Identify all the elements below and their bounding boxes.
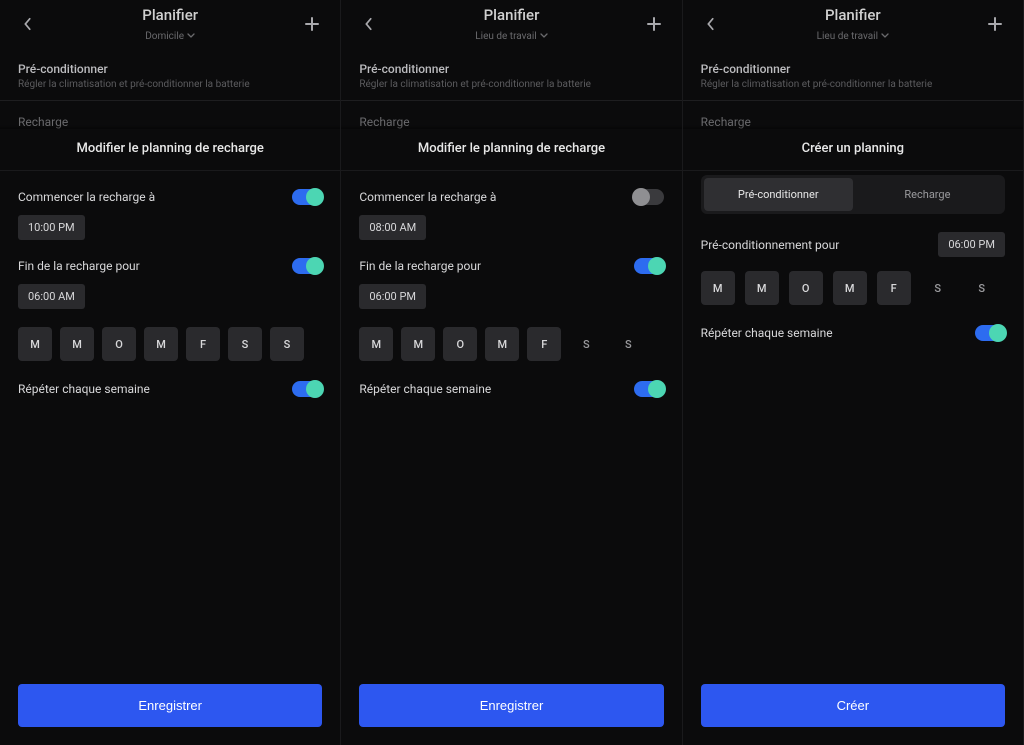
day-wed[interactable]: O bbox=[443, 327, 477, 361]
day-sun[interactable]: S bbox=[611, 327, 645, 361]
day-fri[interactable]: F bbox=[527, 327, 561, 361]
recharge-section-peek: Recharge bbox=[683, 101, 1023, 129]
day-wed[interactable]: O bbox=[102, 327, 136, 361]
add-icon[interactable] bbox=[644, 14, 664, 34]
page-title: Planifier bbox=[721, 6, 985, 24]
day-picker: M M O M F S S bbox=[701, 271, 1005, 305]
repeat-label: Répéter chaque semaine bbox=[701, 326, 833, 340]
end-time-chip[interactable]: 06:00 AM bbox=[18, 284, 85, 309]
repeat-toggle[interactable] bbox=[292, 381, 322, 397]
precond-for-label: Pré-conditionnement pour bbox=[701, 238, 840, 252]
location-selector[interactable]: Domicile bbox=[145, 31, 195, 42]
day-mon[interactable]: M bbox=[18, 327, 52, 361]
back-icon[interactable] bbox=[18, 14, 38, 34]
start-time-chip[interactable]: 10:00 PM bbox=[18, 215, 85, 240]
create-button[interactable]: Créer bbox=[701, 684, 1005, 727]
overlay-title: Créer un planning bbox=[683, 129, 1023, 171]
footer: Enregistrer bbox=[0, 666, 340, 745]
overlay-title: Modifier le planning de recharge bbox=[0, 129, 340, 171]
precond-title: Pré-conditionner bbox=[18, 62, 322, 76]
recharge-title: Recharge bbox=[359, 115, 663, 129]
start-toggle[interactable] bbox=[634, 189, 664, 205]
footer: Enregistrer bbox=[341, 666, 681, 745]
day-mon[interactable]: M bbox=[359, 327, 393, 361]
preconditioning-section[interactable]: Pré-conditionner Régler la climatisation… bbox=[341, 48, 681, 101]
page-title: Planifier bbox=[379, 6, 643, 24]
repeat-toggle[interactable] bbox=[634, 381, 664, 397]
day-fri[interactable]: F bbox=[186, 327, 220, 361]
preconditioning-section[interactable]: Pré-conditionner Régler la climatisation… bbox=[683, 48, 1023, 101]
back-icon[interactable] bbox=[701, 14, 721, 34]
chevron-down-icon bbox=[540, 31, 548, 42]
day-thu[interactable]: M bbox=[144, 327, 178, 361]
title-block: Planifier Lieu de travail bbox=[721, 6, 985, 43]
start-time-chip[interactable]: 08:00 AM bbox=[359, 215, 426, 240]
form: Pré-conditionnement pour 06:00 PM M M O … bbox=[683, 232, 1023, 666]
tab-precondition[interactable]: Pré-conditionner bbox=[704, 178, 853, 211]
day-picker: M M O M F S S bbox=[18, 327, 322, 361]
save-button[interactable]: Enregistrer bbox=[18, 684, 322, 727]
topbar: Planifier Lieu de travail bbox=[683, 0, 1023, 48]
overlay-title: Modifier le planning de recharge bbox=[341, 129, 681, 171]
repeat-toggle[interactable] bbox=[975, 325, 1005, 341]
day-tue[interactable]: M bbox=[745, 271, 779, 305]
footer: Créer bbox=[683, 666, 1023, 745]
pane-1-domicile: Planifier Domicile Pré-conditionner Régl… bbox=[0, 0, 341, 745]
segmented-tabs: Pré-conditionner Recharge bbox=[701, 175, 1005, 214]
repeat-label: Répéter chaque semaine bbox=[18, 382, 150, 396]
precond-title: Pré-conditionner bbox=[359, 62, 663, 76]
day-sun[interactable]: S bbox=[270, 327, 304, 361]
recharge-title: Recharge bbox=[701, 115, 1005, 129]
day-fri[interactable]: F bbox=[877, 271, 911, 305]
recharge-section-peek: Recharge bbox=[0, 101, 340, 129]
day-thu[interactable]: M bbox=[485, 327, 519, 361]
add-icon[interactable] bbox=[302, 14, 322, 34]
start-label: Commencer la recharge à bbox=[18, 190, 155, 204]
day-sat[interactable]: S bbox=[921, 271, 955, 305]
start-toggle[interactable] bbox=[292, 189, 322, 205]
tab-recharge[interactable]: Recharge bbox=[853, 178, 1002, 211]
title-block: Planifier Lieu de travail bbox=[379, 6, 643, 43]
end-label: Fin de la recharge pour bbox=[359, 259, 481, 273]
day-thu[interactable]: M bbox=[833, 271, 867, 305]
day-mon[interactable]: M bbox=[701, 271, 735, 305]
start-label: Commencer la recharge à bbox=[359, 190, 496, 204]
chevron-down-icon bbox=[187, 31, 195, 42]
form: Commencer la recharge à 10:00 PM Fin de … bbox=[0, 171, 340, 666]
precond-time-chip[interactable]: 06:00 PM bbox=[938, 232, 1005, 257]
topbar: Planifier Lieu de travail bbox=[341, 0, 681, 48]
pane-2-travail: Planifier Lieu de travail Pré-conditionn… bbox=[341, 0, 682, 745]
end-time-chip[interactable]: 06:00 PM bbox=[359, 284, 426, 309]
location-selector[interactable]: Lieu de travail bbox=[475, 31, 547, 42]
form: Commencer la recharge à 08:00 AM Fin de … bbox=[341, 171, 681, 666]
save-button[interactable]: Enregistrer bbox=[359, 684, 663, 727]
day-sat[interactable]: S bbox=[569, 327, 603, 361]
end-toggle[interactable] bbox=[634, 258, 664, 274]
chevron-down-icon bbox=[881, 31, 889, 42]
precond-title: Pré-conditionner bbox=[701, 62, 1005, 76]
day-picker: M M O M F S S bbox=[359, 327, 663, 361]
back-icon[interactable] bbox=[359, 14, 379, 34]
end-toggle[interactable] bbox=[292, 258, 322, 274]
topbar: Planifier Domicile bbox=[0, 0, 340, 48]
add-icon[interactable] bbox=[985, 14, 1005, 34]
day-tue[interactable]: M bbox=[401, 327, 435, 361]
day-wed[interactable]: O bbox=[789, 271, 823, 305]
day-tue[interactable]: M bbox=[60, 327, 94, 361]
day-sat[interactable]: S bbox=[228, 327, 262, 361]
page-title: Planifier bbox=[38, 6, 302, 24]
precond-sub: Régler la climatisation et pré-condition… bbox=[18, 79, 322, 90]
location-selector[interactable]: Lieu de travail bbox=[817, 31, 889, 42]
precond-sub: Régler la climatisation et pré-condition… bbox=[701, 79, 1005, 90]
pane-3-create: Planifier Lieu de travail Pré-conditionn… bbox=[683, 0, 1024, 745]
repeat-label: Répéter chaque semaine bbox=[359, 382, 491, 396]
preconditioning-section[interactable]: Pré-conditionner Régler la climatisation… bbox=[0, 48, 340, 101]
end-label: Fin de la recharge pour bbox=[18, 259, 140, 273]
day-sun[interactable]: S bbox=[965, 271, 999, 305]
precond-sub: Régler la climatisation et pré-condition… bbox=[359, 79, 663, 90]
title-block: Planifier Domicile bbox=[38, 6, 302, 43]
recharge-title: Recharge bbox=[18, 115, 322, 129]
recharge-section-peek: Recharge bbox=[341, 101, 681, 129]
